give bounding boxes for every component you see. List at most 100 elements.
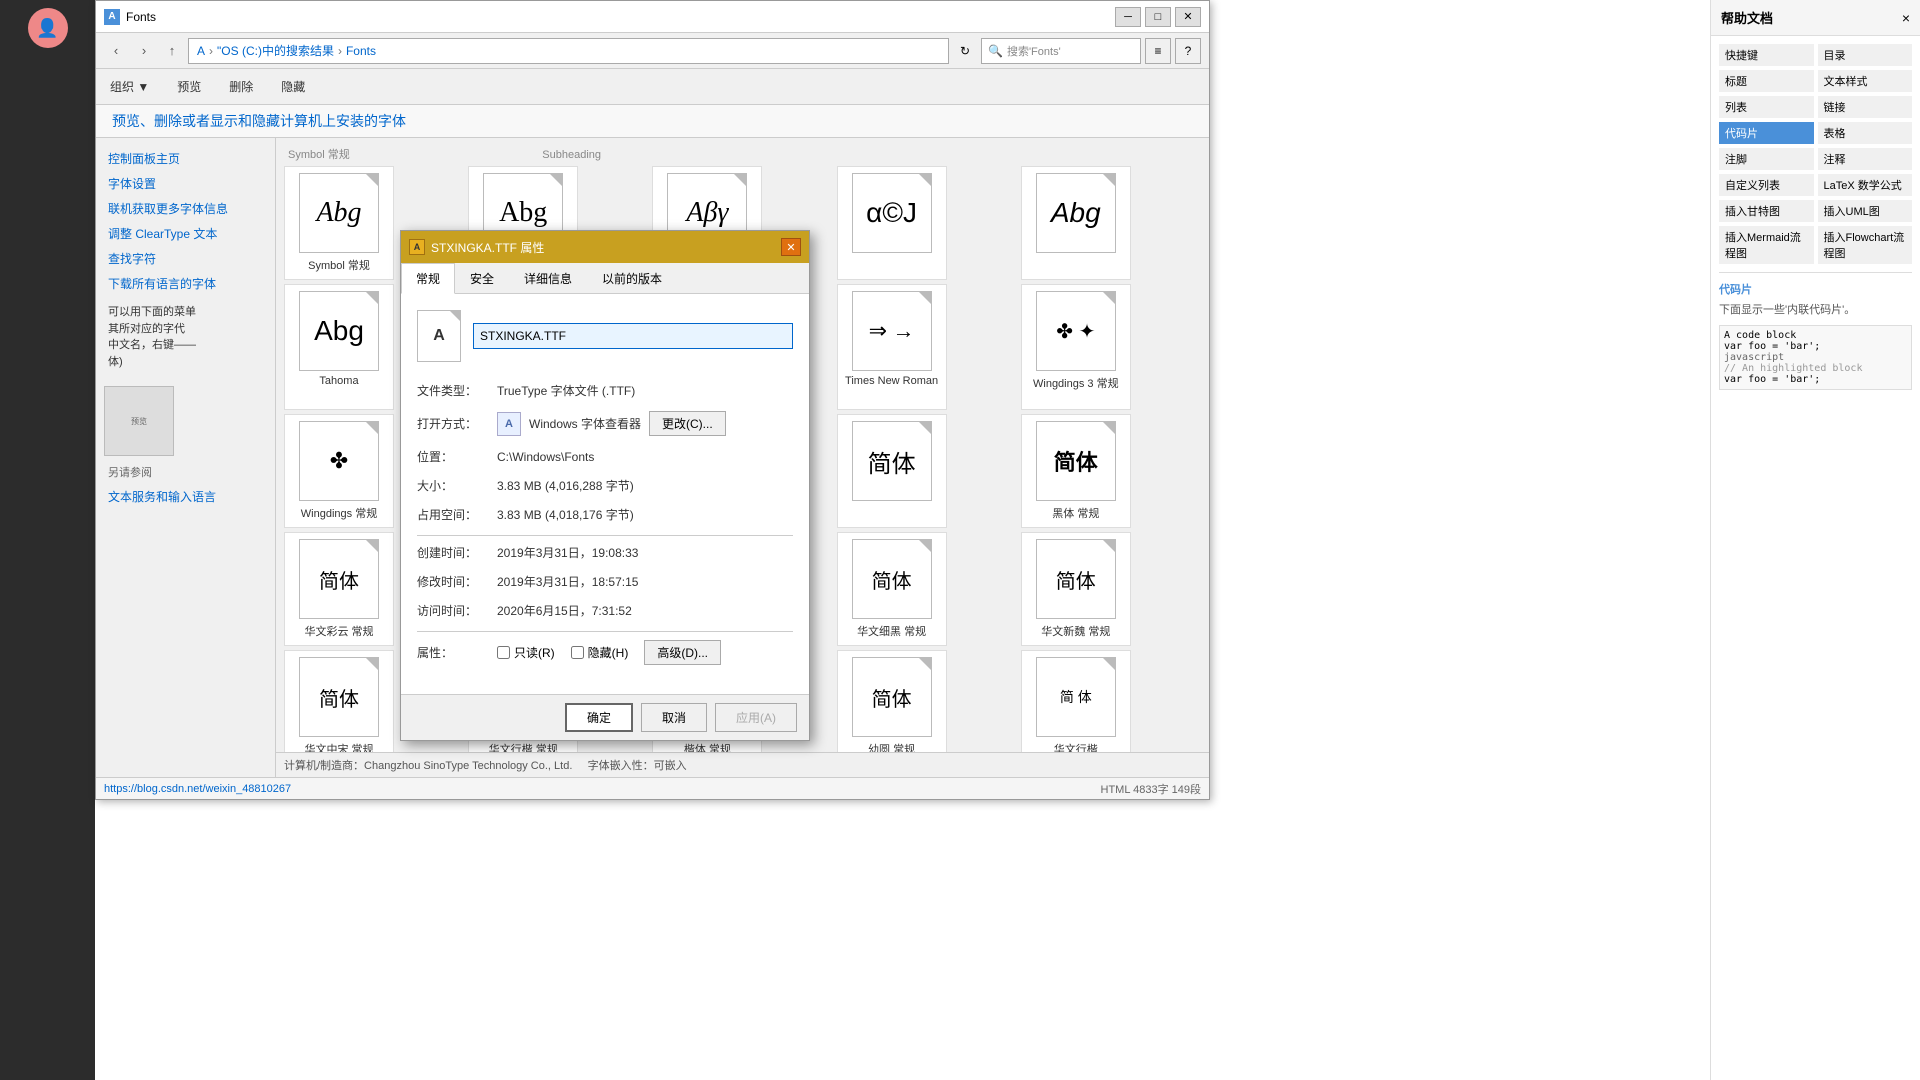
help-item-customlist[interactable]: 自定义列表	[1719, 174, 1814, 196]
props-advanced-button[interactable]: 高级(D)...	[644, 640, 721, 665]
help-panel-close[interactable]: ×	[1902, 10, 1910, 26]
help-button[interactable]: ?	[1175, 38, 1201, 64]
minimize-button[interactable]: ─	[1115, 7, 1141, 27]
font-item-huawenzhongsong[interactable]: 简体 华文中宋 常规	[284, 650, 394, 764]
status-url: https://blog.csdn.net/weixin_48810267	[104, 783, 291, 795]
search-icon: 🔍	[988, 44, 1003, 58]
font-item-jianti1[interactable]: 简体	[837, 414, 947, 528]
font-item-times[interactable]: ⇒ → Times New Roman	[837, 284, 947, 410]
section-header-top: Symbol 常规 Subheading	[284, 146, 1201, 162]
code-line-5: var foo = 'bar';	[1724, 374, 1907, 385]
help-panel-title: 帮助文档	[1721, 8, 1773, 27]
sidebar-cleartype[interactable]: 调整 ClearType 文本	[96, 221, 275, 246]
embed-info: 字体嵌入性：可嵌入	[588, 760, 687, 772]
help-item-link[interactable]: 链接	[1818, 96, 1913, 118]
sidebar-control-panel[interactable]: 控制面板主页	[96, 146, 275, 171]
search-box[interactable]: 🔍 搜索'Fonts'	[981, 38, 1141, 64]
help-item-snippet[interactable]: 代码片	[1719, 122, 1814, 144]
props-label-openwith: 打开方式：	[417, 415, 497, 432]
props-hidden-checkbox[interactable]: 隐藏(H)	[571, 644, 629, 661]
help-item-textstyle[interactable]: 文本样式	[1818, 70, 1913, 92]
props-readonly-input[interactable]	[497, 646, 510, 659]
font-item-symbol[interactable]: Abg Symbol 常规	[284, 166, 394, 280]
props-cancel-button[interactable]: 取消	[641, 703, 707, 732]
path-fonts-link[interactable]: Fonts	[346, 44, 376, 58]
refresh-button[interactable]: ↻	[953, 39, 977, 63]
font-item-tahoma[interactable]: Abg Tahoma	[284, 284, 394, 410]
help-item-gantt[interactable]: 插入甘特图	[1719, 200, 1814, 222]
props-value-accessed: 2020年6月15日，7:31:52	[497, 602, 632, 619]
font-item-huawencaiyun[interactable]: 简体 华文彩云 常规	[284, 532, 394, 646]
props-hidden-input[interactable]	[571, 646, 584, 659]
hide-button[interactable]: 隐藏	[275, 76, 311, 97]
props-name-row: A	[417, 310, 793, 362]
font-name-wingdings3: Wingdings 3 常规	[1033, 375, 1119, 391]
delete-button[interactable]: 删除	[223, 76, 259, 97]
editor-left-sidebar: 👤	[0, 0, 95, 1080]
props-change-button[interactable]: 更改(C)...	[649, 411, 726, 436]
path-drive-link[interactable]: A	[197, 44, 205, 58]
forward-button[interactable]: ›	[132, 39, 156, 63]
sidebar-text-service[interactable]: 文本服务和输入语言	[96, 484, 275, 509]
props-row-disksize: 占用空间： 3.83 MB (4,018,176 字节)	[417, 506, 793, 523]
props-readonly-checkbox[interactable]: 只读(R)	[497, 644, 555, 661]
props-apply-button[interactable]: 应用(A)	[715, 703, 797, 732]
props-tab-previous[interactable]: 以前的版本	[587, 263, 677, 294]
fonts-toolbar: 组织 ▼ 预览 删除 隐藏	[96, 69, 1209, 105]
font-item-huawenxihei[interactable]: 简体 华文细黑 常规	[837, 532, 947, 646]
props-close-button[interactable]: ✕	[781, 238, 801, 256]
font-item-youyuan[interactable]: 简体 幼圆 常规	[837, 650, 947, 764]
props-title-left: A STXINGKA.TTF 属性	[409, 239, 544, 256]
props-value-size: 3.83 MB (4,016,288 字节)	[497, 477, 634, 494]
up-button[interactable]: ↑	[160, 39, 184, 63]
props-confirm-button[interactable]: 确定	[565, 703, 633, 732]
font-item-huawenxingkai2[interactable]: 简 体 华文行楷	[1021, 650, 1131, 764]
help-item-toc[interactable]: 目录	[1818, 44, 1913, 66]
props-footer: 确定 取消 应用(A)	[401, 694, 809, 740]
help-item-mermaid[interactable]: 插入Mermaid流程图	[1719, 226, 1814, 264]
back-button[interactable]: ‹	[104, 39, 128, 63]
font-item-4[interactable]: α©J	[837, 166, 947, 280]
props-tab-details[interactable]: 详细信息	[509, 263, 587, 294]
font-preview-4: α©J	[852, 173, 932, 253]
font-preview-symbol: Abg	[299, 173, 379, 253]
help-item-uml[interactable]: 插入UML图	[1818, 200, 1913, 222]
props-filename-input[interactable]	[473, 323, 793, 349]
font-item-heiti[interactable]: 简体 黑体 常规	[1021, 414, 1131, 528]
font-item-huawenxinwei[interactable]: 简体 华文新魏 常规	[1021, 532, 1131, 646]
help-item-shortcuts[interactable]: 快捷键	[1719, 44, 1814, 66]
props-tab-security[interactable]: 安全	[455, 263, 509, 294]
close-button[interactable]: ✕	[1175, 7, 1201, 27]
path-search-link[interactable]: "OS (C:)中的搜索结果	[217, 42, 334, 59]
props-tab-general[interactable]: 常规	[401, 263, 455, 294]
maximize-button[interactable]: □	[1145, 7, 1171, 27]
sidebar-download-fonts[interactable]: 下载所有语言的字体	[96, 271, 275, 296]
preview-button[interactable]: 预览	[171, 76, 207, 97]
help-item-list[interactable]: 列表	[1719, 96, 1814, 118]
address-path[interactable]: A › "OS (C:)中的搜索结果 › Fonts	[188, 38, 949, 64]
organize-button[interactable]: 组织 ▼	[104, 76, 155, 97]
help-item-latex[interactable]: LaTeX 数学公式	[1818, 174, 1913, 196]
help-item-comment[interactable]: 注释	[1818, 148, 1913, 170]
props-row-size: 大小： 3.83 MB (4,016,288 字节)	[417, 477, 793, 494]
font-item-wingdings3[interactable]: ✤ ✦ Wingdings 3 常规	[1021, 284, 1131, 410]
help-item-heading[interactable]: 标题	[1719, 70, 1814, 92]
view-toggle-button[interactable]: ≡	[1145, 38, 1171, 64]
font-item-wingdings[interactable]: ✤ Wingdings 常规	[284, 414, 394, 528]
sidebar-online-fonts[interactable]: 联机获取更多字体信息	[96, 196, 275, 221]
sidebar-font-settings[interactable]: 字体设置	[96, 171, 275, 196]
props-value-location: C:\Windows\Fonts	[497, 450, 594, 464]
sidebar-find-char[interactable]: 查找字符	[96, 246, 275, 271]
status-stats: HTML 4833字 149段	[1101, 781, 1201, 797]
sidebar-extra-text: 另请参阅	[108, 464, 263, 480]
help-snippet-section: 代码片 下面显示一些'内联代码片'。 A code block var foo …	[1719, 272, 1912, 390]
help-item-table[interactable]: 表格	[1818, 122, 1913, 144]
help-item-footnote[interactable]: 注脚	[1719, 148, 1814, 170]
font-item-5[interactable]: Abg	[1021, 166, 1131, 280]
props-label-attributes: 属性：	[417, 644, 497, 661]
props-label-modified: 修改时间：	[417, 573, 497, 590]
props-value-disksize: 3.83 MB (4,018,176 字节)	[497, 506, 634, 523]
font-name-heiti: 黑体 常规	[1052, 505, 1099, 521]
help-item-flowchart[interactable]: 插入Flowchart流程图	[1818, 226, 1913, 264]
address-bar: ‹ › ↑ A › "OS (C:)中的搜索结果 › Fonts ↻ 🔍 搜索'…	[96, 33, 1209, 69]
